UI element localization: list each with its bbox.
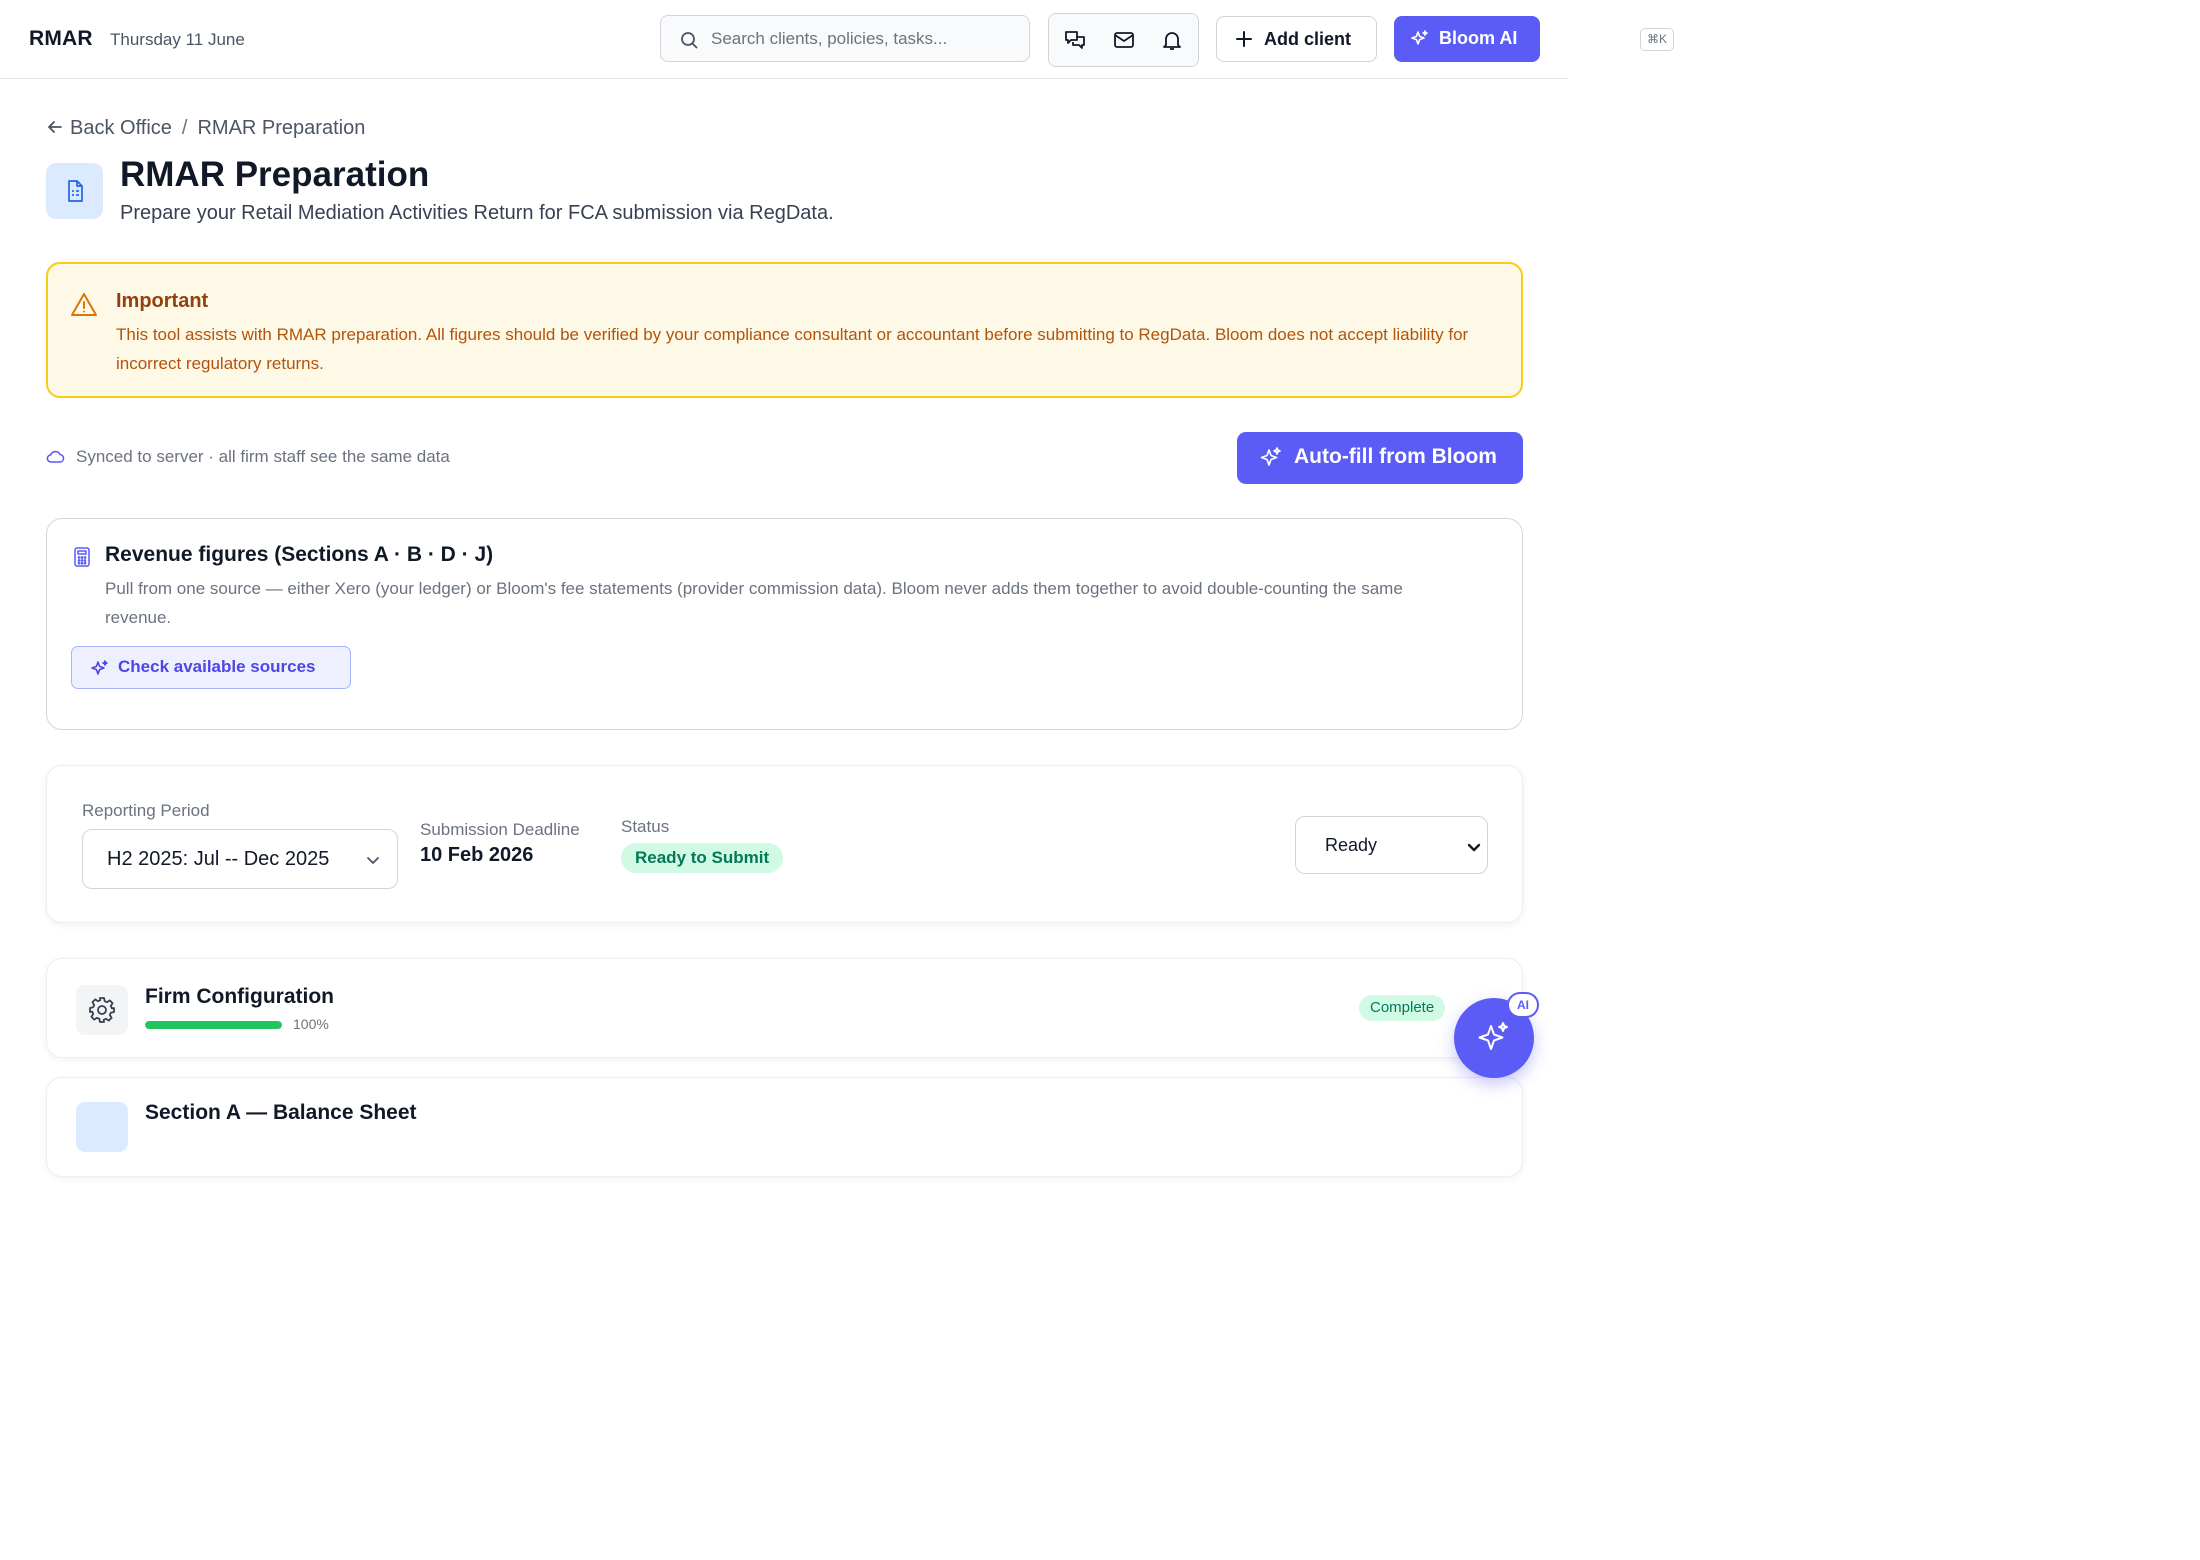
sync-status: Synced to server · all firm staff see th… <box>46 447 450 467</box>
warning-icon <box>71 293 97 316</box>
bloom-ai-button[interactable]: Bloom AI <box>1394 16 1540 62</box>
status-label: Status <box>621 817 670 836</box>
status-badge: Ready to Submit <box>621 843 784 873</box>
sparkle-icon <box>1411 30 1428 45</box>
check-sources-label: Check available sources <box>118 657 316 676</box>
header-icon-group <box>1048 13 1199 67</box>
section-firm-configuration[interactable]: Firm Configuration 100% Complete <box>46 958 1523 1058</box>
document-icon <box>68 180 83 202</box>
section-progress-label: 100% <box>293 1016 329 1032</box>
section-title: Firm Configuration <box>145 985 334 1008</box>
gear-icon-tile <box>76 985 128 1035</box>
reporting-period-select[interactable]: H2 2025: Jul -- Dec 2025 <box>82 829 398 889</box>
search-bar[interactable]: Search clients, policies, tasks... ⌘K <box>660 15 1675 62</box>
status-select[interactable]: Ready <box>1295 816 1488 874</box>
breadcrumb: Back Office / RMAR Preparation <box>46 117 365 140</box>
add-client-button[interactable]: Add client <box>1216 16 1377 62</box>
revenue-description: Pull from one source — either Xero (your… <box>105 579 1403 627</box>
sparkle-icon <box>91 660 108 675</box>
auto-fill-button[interactable]: Auto-fill from Bloom <box>1237 432 1523 484</box>
status-select-value: Ready <box>1325 835 1378 855</box>
page-title: RMAR Preparation <box>120 155 430 194</box>
add-client-label: Add client <box>1264 29 1352 49</box>
calculator-icon <box>74 547 90 567</box>
complete-badge: Complete <box>1359 995 1446 1021</box>
search-icon <box>681 32 698 49</box>
chevron-down-icon <box>367 857 379 864</box>
search-input[interactable]: Search clients, policies, tasks... <box>711 29 947 49</box>
sync-text: Synced to server · all firm staff see th… <box>76 447 450 466</box>
breadcrumb-current: RMAR Preparation <box>197 117 366 139</box>
section-balance-sheet[interactable]: Section A — Balance Sheet <box>46 1077 1523 1177</box>
chevron-down-icon <box>1467 843 1481 852</box>
auto-fill-label: Auto-fill from Bloom <box>1294 445 1497 468</box>
section-title: Section A — Balance Sheet <box>145 1101 417 1124</box>
chat-icon[interactable] <box>1063 28 1087 52</box>
sparkle-icon <box>1260 447 1281 466</box>
current-date: Thursday 11 June <box>110 30 245 49</box>
reporting-period-label: Reporting Period <box>82 801 210 820</box>
bloom-ai-label: Bloom AI <box>1439 28 1518 48</box>
reporting-period-card: Reporting Period H2 2025: Jul -- Dec 202… <box>46 765 1523 923</box>
notice-title: Important <box>116 290 209 312</box>
revenue-title: Revenue figures (Sections A · B · D · J) <box>105 543 494 566</box>
deadline-value: 10 Feb 2026 <box>420 844 534 866</box>
arrow-left-icon[interactable] <box>46 118 64 136</box>
important-notice: Important This tool assists with RMAR pr… <box>46 262 1523 398</box>
balance-sheet-icon-tile <box>76 1102 128 1152</box>
reporting-period-value: H2 2025: Jul -- Dec 2025 <box>107 848 330 870</box>
breadcrumb-back-link[interactable]: Back Office <box>70 117 172 139</box>
sparkle-icon <box>1478 1022 1508 1050</box>
ai-tag: AI <box>1507 992 1539 1018</box>
mail-icon[interactable] <box>1112 28 1136 52</box>
cloud-icon <box>46 450 65 463</box>
deadline-label: Submission Deadline <box>420 820 580 839</box>
document-icon-tile <box>46 163 103 219</box>
bell-icon[interactable] <box>1160 28 1184 52</box>
notice-body: This tool assists with RMAR preparation.… <box>116 325 1469 373</box>
search-shortcut: ⌘K <box>1640 28 1675 51</box>
breadcrumb-separator: / <box>181 117 188 139</box>
plus-icon <box>1236 31 1252 47</box>
gear-icon <box>89 997 115 1023</box>
page-subtitle: Prepare your Retail Mediation Activities… <box>120 202 834 224</box>
app-brand[interactable]: RMAR <box>29 27 93 51</box>
check-sources-button[interactable]: Check available sources <box>71 646 351 689</box>
top-bar: RMAR Thursday 11 June Search clients, po… <box>0 0 1675 79</box>
section-progress-bar <box>145 1021 282 1029</box>
revenue-figures-card: Revenue figures (Sections A · B · D · J)… <box>46 518 1523 730</box>
section-progress-fill <box>145 1021 282 1029</box>
